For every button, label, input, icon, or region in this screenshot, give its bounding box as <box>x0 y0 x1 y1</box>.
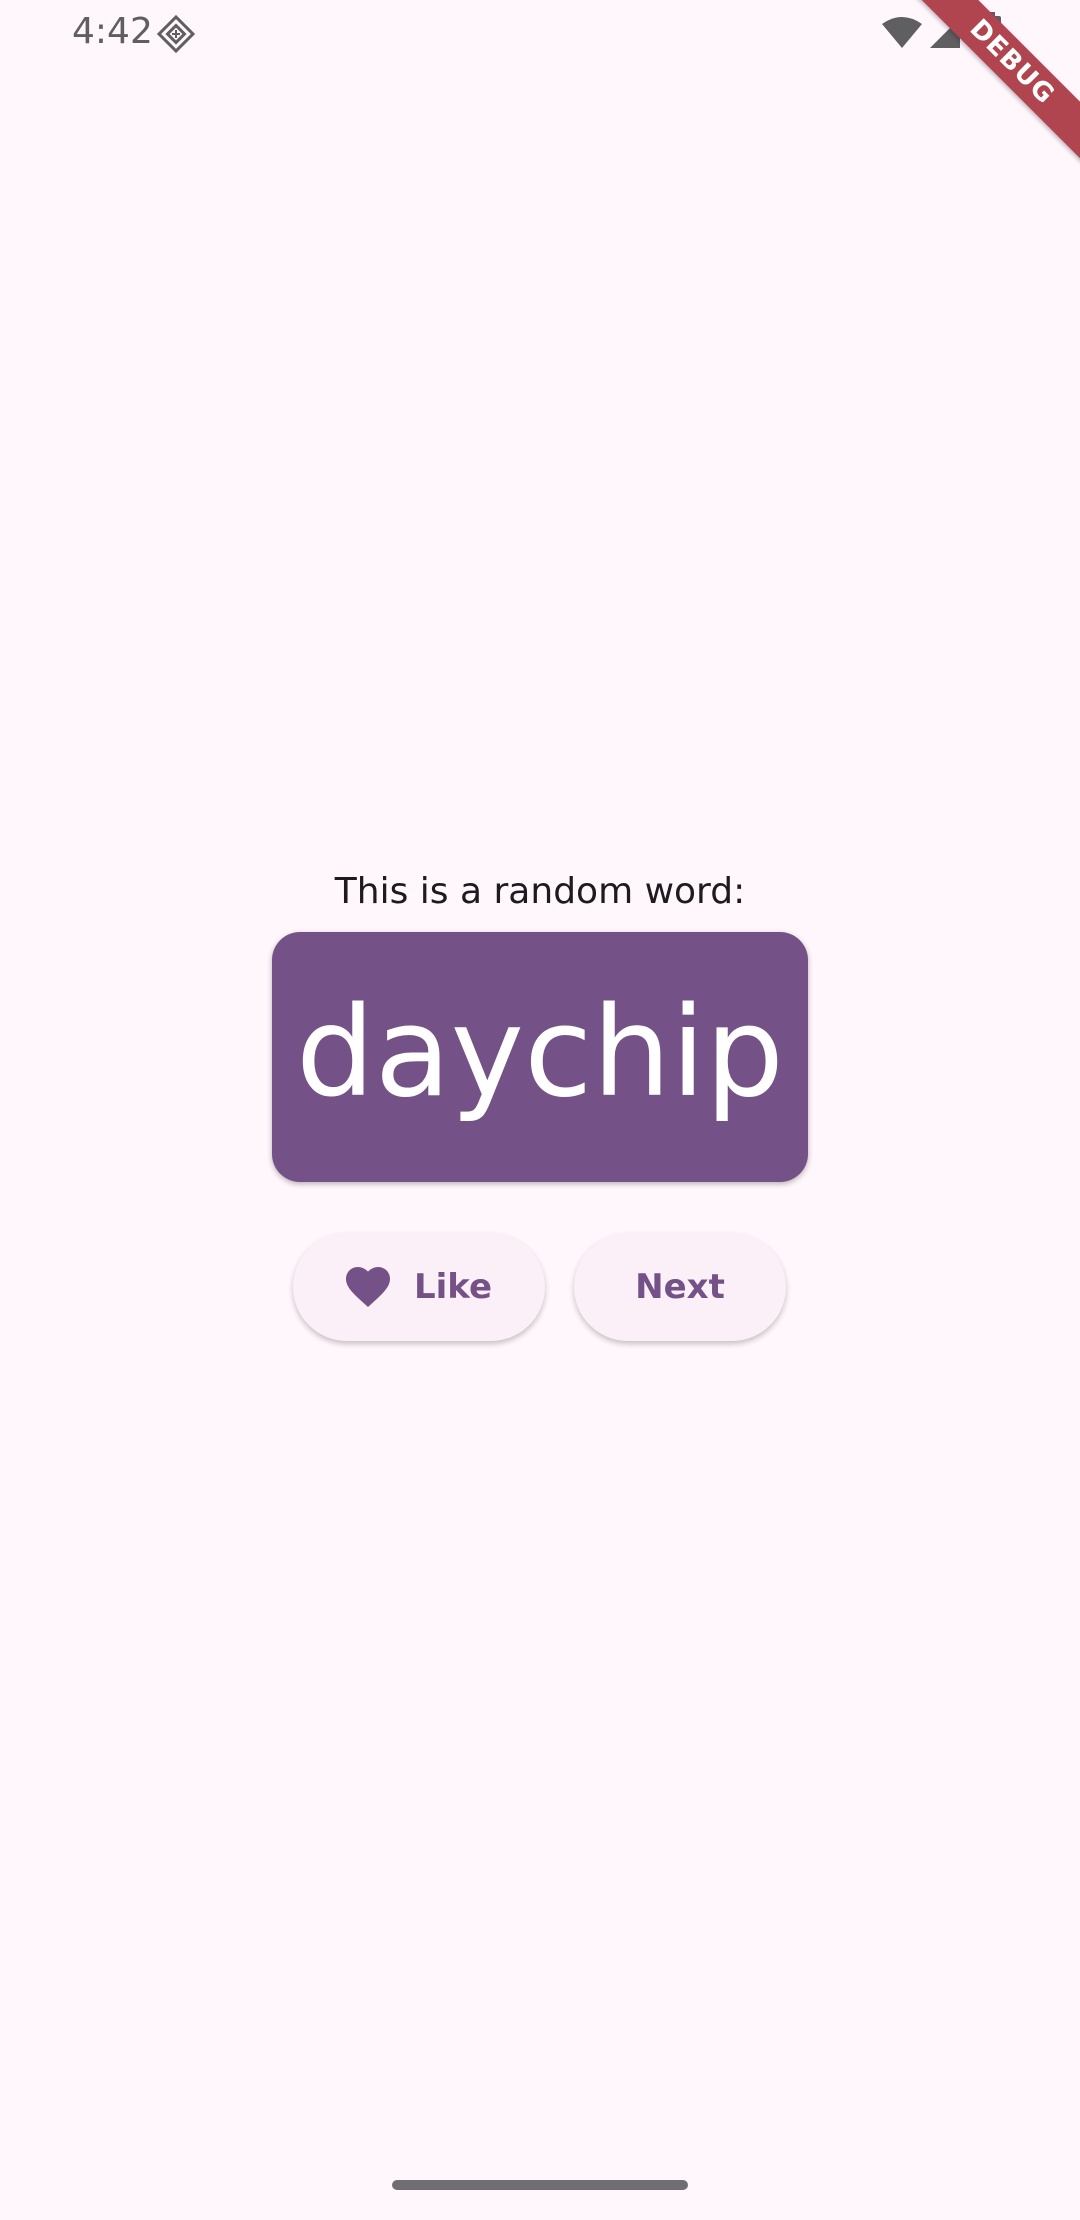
heart-icon <box>345 1267 390 1307</box>
main-content: This is a random word: daychip Like Next <box>0 0 1080 2220</box>
like-button[interactable]: Like <box>293 1233 545 1341</box>
random-word: daychip <box>295 981 784 1125</box>
prompt-text: This is a random word: <box>334 871 746 912</box>
next-button-label: Next <box>635 1267 725 1307</box>
like-button-label: Like <box>413 1267 493 1307</box>
home-indicator[interactable] <box>392 2180 688 2190</box>
word-card: daychip <box>272 932 808 1182</box>
button-row: Like Next <box>0 1233 1080 1343</box>
next-button[interactable]: Next <box>574 1233 786 1341</box>
